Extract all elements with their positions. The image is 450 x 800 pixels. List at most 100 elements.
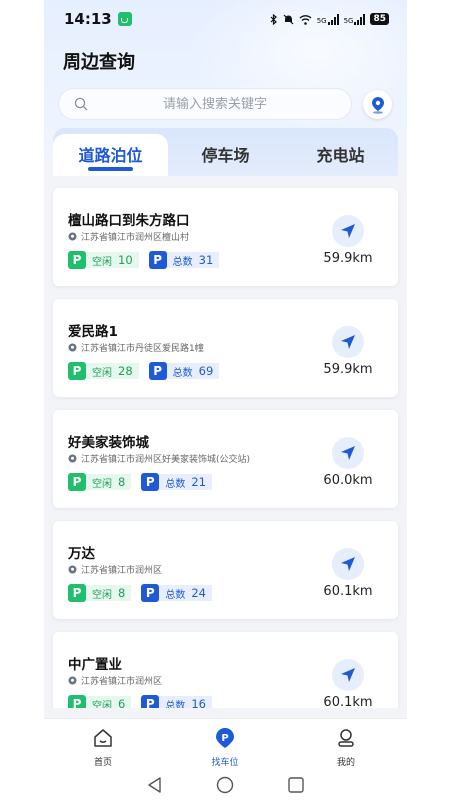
spot-address-text: 江苏省镇江市润州区 — [81, 566, 163, 576]
free-count-tag: P 空闲 8 — [68, 473, 132, 491]
category-tabs: 道路泊位 停车场 充电站 — [53, 128, 398, 176]
total-count-tag: P 总数 16 — [141, 695, 212, 708]
navigate-button[interactable] — [332, 215, 364, 247]
spot-address-text: 江苏省镇江市润州区 — [81, 677, 163, 687]
navigation-arrow-icon — [341, 668, 355, 682]
nav-profile[interactable]: 我的 — [316, 727, 376, 768]
recent-apps-icon[interactable] — [287, 776, 305, 794]
spot-name: 爱民路1 — [68, 324, 118, 340]
bluetooth-icon — [270, 13, 277, 25]
search-bar[interactable] — [59, 89, 351, 119]
wifi-icon — [299, 14, 312, 25]
navigation-arrow-icon — [341, 224, 355, 238]
tab-charging-station[interactable]: 充电站 — [283, 142, 398, 166]
navigate-button[interactable] — [332, 659, 364, 691]
free-count-tag: P 空闲 8 — [68, 584, 132, 602]
cell-signal-2: 5G — [343, 13, 366, 25]
spot-address: 江苏省镇江市润州区 — [68, 563, 162, 576]
list-item[interactable]: 檀山路口到朱方路口 江苏省镇江市润州区檀山村 P 空闲 10 P 总数 31 59.9k… — [53, 188, 398, 286]
navigation-arrow-icon — [341, 335, 355, 349]
free-label: 空闲 — [92, 700, 112, 709]
parking-p-icon: P — [68, 251, 86, 269]
total-count: 24 — [191, 586, 206, 600]
spot-counts: P 空闲 6 P 总数 16 — [68, 695, 222, 708]
nav-home-label: 首页 — [93, 758, 112, 768]
free-label: 空闲 — [92, 478, 112, 490]
app-notification-icon — [117, 12, 132, 26]
spot-address: 江苏省镇江市润州区好美家装饰城(公交站) — [68, 452, 250, 465]
total-count: 69 — [198, 364, 214, 378]
spot-address-text: 江苏省镇江市润州区好美家装饰城(公交站) — [81, 455, 251, 465]
list-item[interactable]: 爱民路1 江苏省镇江市丹徒区爱民路1幢 P 空闲 28 P 总数 69 59.9km — [53, 299, 398, 397]
navigate-button[interactable] — [332, 437, 364, 469]
free-count: 28 — [118, 364, 133, 378]
parking-p-icon: P — [141, 695, 160, 708]
parking-list: 檀山路口到朱方路口 江苏省镇江市润州区檀山村 P 空闲 10 P 总数 31 59.9k… — [44, 176, 407, 708]
parking-p-icon: P — [141, 584, 160, 602]
total-count: 16 — [191, 697, 206, 708]
free-count-tag: P 空闲 6 — [68, 695, 132, 709]
spot-distance: 59.9km — [323, 251, 373, 266]
spot-distance: 60.1km — [323, 584, 373, 599]
back-icon[interactable] — [146, 776, 164, 794]
spot-counts: P 空闲 8 P 总数 21 — [68, 473, 222, 491]
spot-address-text: 江苏省镇江市丹徒区爱民路1幢 — [81, 344, 204, 354]
parking-p-icon: P — [68, 584, 86, 602]
network-label-2: 5G — [343, 16, 354, 25]
status-icons: 5G 5G 85 — [270, 13, 389, 25]
spot-counts: P 空闲 28 P 总数 69 — [68, 362, 229, 380]
battery-indicator: 85 — [370, 13, 389, 25]
total-count-tag: P 总数 24 — [141, 584, 212, 602]
navigate-button[interactable] — [332, 326, 364, 358]
mute-bell-icon — [283, 14, 294, 24]
location-pin-icon — [68, 232, 77, 241]
location-button[interactable] — [363, 90, 392, 119]
nav-find-parking[interactable]: P 找车位 — [195, 727, 255, 768]
navigation-arrow-icon — [341, 557, 355, 571]
total-count-tag: P 总数 31 — [148, 251, 220, 269]
spot-name: 檀山路口到朱方路口 — [68, 213, 190, 229]
location-pin-icon — [68, 343, 77, 352]
list-item[interactable]: 中广置业 江苏省镇江市润州区 P 空闲 6 P 总数 16 60.1km — [53, 632, 398, 708]
total-count: 21 — [191, 475, 206, 489]
spot-name: 好美家装饰城 — [68, 435, 149, 451]
total-label: 总数 — [165, 700, 186, 709]
cell-signal-1: 5G — [316, 13, 339, 25]
list-item[interactable]: 万达 江苏省镇江市润州区 P 空闲 8 P 总数 24 60.1km — [53, 521, 398, 619]
system-nav-bar — [44, 770, 407, 800]
spot-address-text: 江苏省镇江市润州区檀山村 — [81, 233, 190, 243]
tab-road-parking[interactable]: 道路泊位 — [53, 142, 168, 166]
spot-distance: 60.1km — [323, 695, 373, 708]
list-item[interactable]: 好美家装饰城 江苏省镇江市润州区好美家装饰城(公交站) P 空闲 8 P 总数 21 6… — [53, 410, 398, 508]
search-input[interactable] — [59, 89, 351, 119]
free-label: 空闲 — [92, 256, 112, 268]
tab-parking-lot[interactable]: 停车场 — [168, 142, 283, 166]
parking-p-icon: P — [68, 695, 86, 708]
total-count-tag: P 总数 21 — [141, 473, 212, 491]
navigate-button[interactable] — [332, 548, 364, 580]
nav-find-parking-label: 找车位 — [211, 758, 239, 768]
free-label: 空闲 — [92, 589, 112, 601]
status-time: 14:13 — [64, 10, 112, 28]
free-count: 8 — [118, 586, 126, 600]
home-icon — [94, 729, 112, 747]
app-screen: 14:13 5G 5G 85 周边查询 道路泊位 停车场 充电站 — [44, 0, 407, 800]
parking-p-icon: P — [148, 251, 167, 269]
total-label: 总数 — [172, 367, 193, 379]
nav-home[interactable]: 首页 — [73, 727, 133, 768]
total-label: 总数 — [165, 589, 186, 601]
location-pin-icon — [68, 565, 77, 574]
network-label-1: 5G — [316, 16, 327, 25]
spot-name: 万达 — [68, 546, 95, 562]
parking-p-icon: P — [148, 362, 167, 380]
parking-p-icon: P — [68, 362, 86, 380]
location-pin-icon — [68, 676, 77, 685]
spot-distance: 59.9km — [323, 362, 373, 377]
free-count: 6 — [118, 697, 126, 708]
spot-address: 江苏省镇江市润州区 — [68, 674, 162, 687]
spot-distance: 60.0km — [323, 473, 373, 488]
free-count: 8 — [118, 475, 126, 489]
nav-profile-label: 我的 — [336, 758, 355, 768]
total-label: 总数 — [172, 256, 193, 268]
home-circle-icon[interactable] — [216, 776, 234, 794]
